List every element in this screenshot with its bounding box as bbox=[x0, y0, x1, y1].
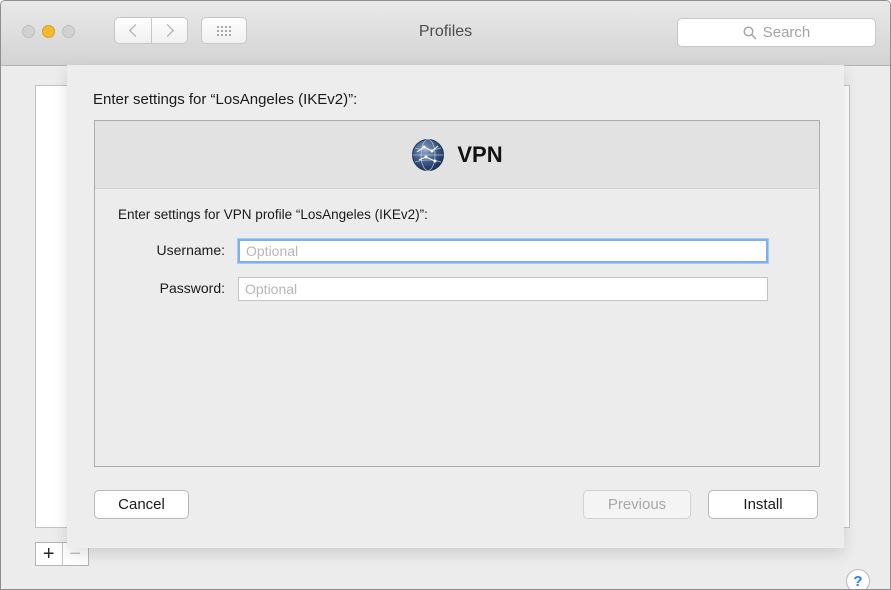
previous-button[interactable]: Previous bbox=[583, 490, 691, 519]
search-field[interactable]: Search bbox=[677, 18, 876, 47]
password-label: Password: bbox=[159, 280, 225, 296]
globe-network-icon bbox=[412, 138, 445, 171]
username-field[interactable] bbox=[237, 238, 769, 264]
vpn-settings-box: VPN Enter settings for VPN profile “LosA… bbox=[94, 120, 820, 467]
box-header: VPN bbox=[95, 121, 819, 189]
search-icon bbox=[743, 25, 757, 40]
help-button[interactable]: ? bbox=[846, 569, 870, 589]
search-placeholder: Search bbox=[762, 24, 811, 41]
install-button[interactable]: Install bbox=[708, 490, 818, 519]
vpn-title: VPN bbox=[457, 141, 503, 167]
username-label: Username: bbox=[156, 242, 225, 258]
cancel-button[interactable]: Cancel bbox=[94, 490, 189, 519]
vpn-settings-sheet: Enter settings for “LosAngeles (IKEv2)”: bbox=[67, 65, 844, 548]
password-field[interactable] bbox=[238, 277, 768, 301]
title-bar: Profiles Search bbox=[1, 1, 890, 66]
profiles-window: Profiles Search + − ? Enter settings for… bbox=[0, 0, 891, 590]
vpn-description: Enter settings for VPN profile “LosAngel… bbox=[118, 207, 428, 222]
sheet-heading: Enter settings for “LosAngeles (IKEv2)”: bbox=[93, 91, 358, 108]
add-profile-button[interactable]: + bbox=[36, 543, 62, 565]
